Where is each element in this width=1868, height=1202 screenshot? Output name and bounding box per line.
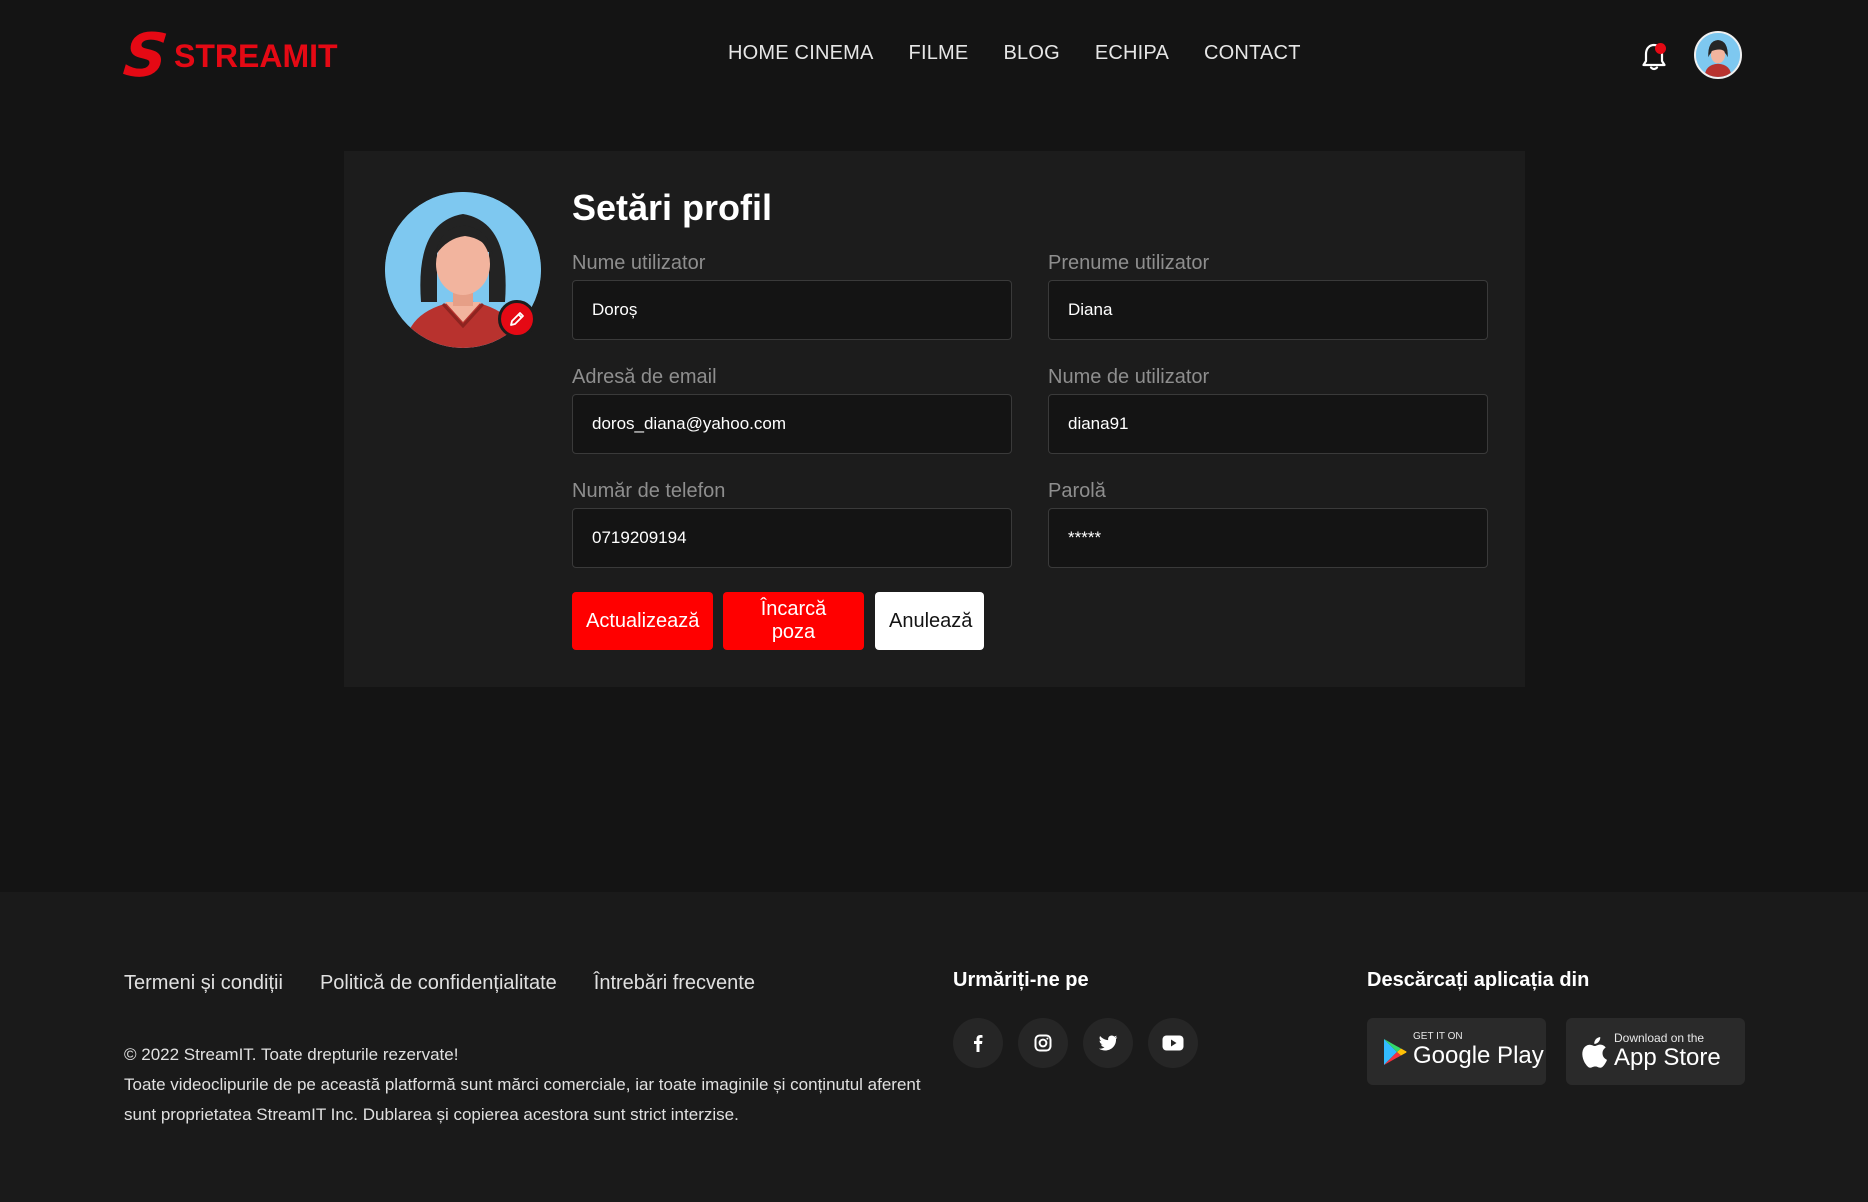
- streamit-logo[interactable]: S STREAMIT: [120, 21, 338, 91]
- edit-photo-button[interactable]: [498, 300, 536, 338]
- password-input[interactable]: [1048, 508, 1488, 568]
- app-store-button[interactable]: Download on the App Store: [1566, 1018, 1745, 1085]
- youtube-icon: [1162, 1035, 1184, 1051]
- username-label: Nume de utilizator: [1048, 366, 1210, 388]
- app-store-small-text: Download on the: [1614, 1030, 1705, 1045]
- top-header: S STREAMIT HOME CINEMA FILME BLOG ECHIPA…: [0, 0, 1868, 112]
- footer-link-faq[interactable]: Întrebări frecvente: [594, 972, 755, 995]
- logo-mark: S: [120, 21, 171, 91]
- phone-label: Număr de telefon: [572, 480, 726, 502]
- upload-photo-button[interactable]: Încarcă poza: [723, 592, 864, 650]
- nav-blog[interactable]: BLOG: [1003, 42, 1059, 65]
- avatar-icon: [1696, 33, 1740, 77]
- download-heading: Descărcați aplicația din: [1367, 969, 1590, 991]
- page-title: Setări profil: [572, 187, 773, 228]
- notification-dot: [1655, 43, 1666, 54]
- logo-text: STREAMIT: [174, 37, 338, 74]
- last-name-label: Nume utilizator: [572, 252, 706, 274]
- username-input[interactable]: [1048, 394, 1488, 454]
- copyright-text: © 2022 StreamIT. Toate drepturile rezerv…: [124, 1045, 459, 1064]
- instagram-button[interactable]: [1018, 1018, 1068, 1068]
- google-play-icon: [1384, 1038, 1407, 1065]
- first-name-input[interactable]: [1048, 280, 1488, 340]
- main-nav: HOME CINEMA FILME BLOG ECHIPA CONTACT: [728, 42, 1301, 65]
- update-button[interactable]: Actualizează: [572, 592, 713, 650]
- profile-settings-card: Setări profil Nume utilizator Prenume ut…: [344, 151, 1525, 687]
- facebook-button[interactable]: [953, 1018, 1003, 1068]
- user-avatar[interactable]: [1694, 31, 1742, 79]
- google-play-big-text: Google Play: [1413, 1041, 1544, 1069]
- nav-home-cinema[interactable]: HOME CINEMA: [728, 42, 874, 65]
- follow-heading: Urmăriți-ne pe: [953, 969, 1089, 991]
- twitter-button[interactable]: [1083, 1018, 1133, 1068]
- twitter-icon: [1098, 1035, 1118, 1051]
- nav-echipa[interactable]: ECHIPA: [1095, 42, 1169, 65]
- footer-legal-text: © 2022 StreamIT. Toate drepturile rezerv…: [124, 1040, 944, 1130]
- footer-link-privacy[interactable]: Politică de confidențialitate: [320, 972, 557, 995]
- first-name-label: Prenume utilizator: [1048, 252, 1210, 274]
- password-label: Parolă: [1048, 480, 1106, 502]
- cancel-button[interactable]: Anulează: [875, 592, 984, 650]
- facebook-icon: [974, 1035, 983, 1052]
- youtube-button[interactable]: [1148, 1018, 1198, 1068]
- footer-link-terms[interactable]: Termeni și condiții: [124, 972, 283, 995]
- pencil-icon: [510, 312, 524, 326]
- instagram-icon: [1034, 1034, 1052, 1052]
- nav-filme[interactable]: FILME: [909, 42, 969, 65]
- google-play-button[interactable]: GET IT ON Google Play: [1367, 1018, 1546, 1085]
- phone-input[interactable]: [572, 508, 1012, 568]
- last-name-input[interactable]: [572, 280, 1012, 340]
- footer-links: Termeni și condiții Politică de confiden…: [124, 972, 755, 995]
- apple-icon: [1582, 1036, 1607, 1068]
- app-store-big-text: App Store: [1614, 1043, 1721, 1071]
- nav-contact[interactable]: CONTACT: [1204, 42, 1301, 65]
- email-label: Adresă de email: [572, 366, 717, 388]
- google-play-small-text: GET IT ON: [1413, 1030, 1463, 1042]
- disclaimer-text: Toate videoclipurile de pe această platf…: [124, 1075, 921, 1124]
- email-input[interactable]: [572, 394, 1012, 454]
- site-footer: Termeni și condiții Politică de confiden…: [0, 892, 1868, 1202]
